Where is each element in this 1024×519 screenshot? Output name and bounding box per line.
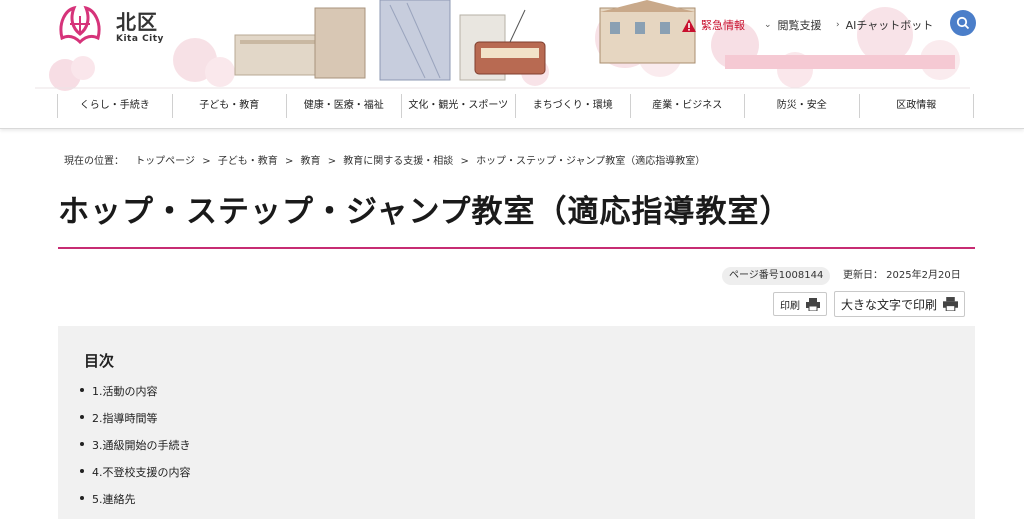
list-item: 2.指導時間等 xyxy=(80,410,191,437)
emergency-label: 緊急情報 xyxy=(701,19,745,32)
print-large-label: 大きな文字で印刷 xyxy=(841,297,938,312)
kita-city-emblem-icon xyxy=(59,5,101,44)
nav-town-environment[interactable]: まちづくり・環境 xyxy=(515,94,630,118)
warning-icon xyxy=(682,18,696,32)
breadcrumb-link[interactable]: 子ども・教育 xyxy=(218,156,278,167)
updated-date: 更新日： 2025年2月20日 xyxy=(843,270,961,281)
nav-disaster-safety[interactable]: 防災・安全 xyxy=(744,94,859,118)
toc-link[interactable]: 4.不登校支援の内容 xyxy=(92,466,191,479)
print-large-text-button[interactable]: 大きな文字で印刷 xyxy=(834,291,966,317)
toc-link[interactable]: 2.指導時間等 xyxy=(92,412,158,425)
emergency-info-link[interactable]: 緊急情報 xyxy=(682,16,745,34)
nav-children-education[interactable]: 子ども・教育 xyxy=(171,94,287,118)
nav-health-welfare[interactable]: 健康・医療・福祉 xyxy=(286,94,401,118)
search-icon xyxy=(956,16,970,30)
bullet-icon xyxy=(80,496,84,500)
chevron-right-icon: › xyxy=(836,20,840,30)
breadcrumb-separator: > xyxy=(284,156,294,167)
logo-name: 北区 xyxy=(116,10,158,34)
breadcrumb-link[interactable]: トップページ xyxy=(135,156,195,167)
page-number-badge: ページ番号1008144 xyxy=(722,267,831,285)
breadcrumb: 現在の位置： トップページ > 子ども・教育 > 教育 > 教育に関する支援・相… xyxy=(64,152,705,167)
breadcrumb-prefix: 現在の位置： xyxy=(64,156,124,167)
breadcrumb-separator: > xyxy=(327,156,337,167)
breadcrumb-separator: > xyxy=(202,156,211,167)
breadcrumb-link[interactable]: 教育に関する支援・相談 xyxy=(343,156,453,167)
toc-link[interactable]: 5.連絡先 xyxy=(92,493,136,506)
table-of-contents: 目次 1.活動の内容 2.指導時間等 3.通級開始の手続き 4.不登校支援の内容… xyxy=(58,326,975,519)
list-item: 5.連絡先 xyxy=(80,491,191,518)
printer-icon xyxy=(806,297,820,311)
toc-list: 1.活動の内容 2.指導時間等 3.通級開始の手続き 4.不登校支援の内容 5.… xyxy=(80,383,191,518)
breadcrumb-link[interactable]: 教育 xyxy=(301,156,321,167)
nav-city-administration[interactable]: 区政情報 xyxy=(858,94,974,118)
logo-subtitle: Kita City xyxy=(116,34,164,44)
chatbot-label: AIチャットボット xyxy=(845,19,934,32)
page-title: ホップ・ステップ・ジャンプ教室（適応指導教室） xyxy=(58,194,792,230)
list-item: 4.不登校支援の内容 xyxy=(80,464,191,491)
chevron-down-icon: ⌄ xyxy=(764,20,772,30)
toc-link[interactable]: 3.通級開始の手続き xyxy=(92,439,191,452)
site-header: 北区 Kita City 緊急情報 ⌄ 閲覧支援 › AIチャットボット くらし… xyxy=(0,0,1024,129)
list-item: 1.活動の内容 xyxy=(80,383,191,410)
printer-icon xyxy=(943,297,959,311)
bullet-icon xyxy=(80,388,84,392)
accessibility-label: 閲覧支援 xyxy=(777,19,822,32)
list-item: 3.通級開始の手続き xyxy=(80,437,191,464)
toc-title: 目次 xyxy=(84,352,115,370)
print-button[interactable]: 印刷 xyxy=(773,292,827,316)
print-label: 印刷 xyxy=(780,300,800,312)
title-divider xyxy=(58,247,975,249)
accessibility-menu[interactable]: ⌄ 閲覧支援 xyxy=(764,16,822,34)
nav-industry-business[interactable]: 産業・ビジネス xyxy=(629,94,745,118)
breadcrumb-current: ホップ・ステップ・ジャンプ教室（適応指導教室） xyxy=(476,156,706,167)
bullet-icon xyxy=(80,469,84,473)
bullet-icon xyxy=(80,442,84,446)
nav-culture-tourism-sports[interactable]: 文化・観光・スポーツ xyxy=(400,94,516,118)
nav-living-procedures[interactable]: くらし・手続き xyxy=(57,94,172,118)
site-logo[interactable]: 北区 Kita City xyxy=(56,4,176,46)
bullet-icon xyxy=(80,415,84,419)
ai-chatbot-link[interactable]: › AIチャットボット xyxy=(836,16,933,34)
search-button[interactable] xyxy=(950,10,976,36)
global-navigation: くらし・手続き 子ども・教育 健康・医療・福祉 文化・観光・スポーツ まちづくり… xyxy=(57,94,974,118)
breadcrumb-separator: > xyxy=(460,156,469,167)
toc-link[interactable]: 1.活動の内容 xyxy=(92,385,158,398)
